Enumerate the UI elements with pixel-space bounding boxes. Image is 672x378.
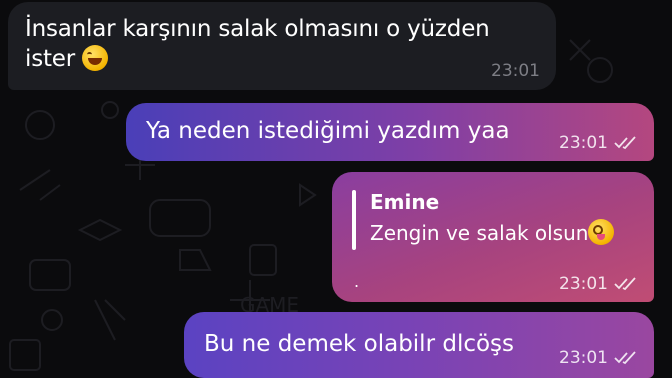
message-meta: 23:01 [559, 133, 638, 153]
reply-author: Emine [370, 190, 440, 214]
rofl-emoji-icon [82, 45, 109, 71]
message-time: 23:01 [559, 274, 608, 294]
message-text: . [354, 272, 360, 291]
message-text: Bu ne demek olabilr dlcöşs [204, 331, 515, 357]
message-meta: 23:01 [559, 348, 638, 368]
message-meta: 23:01 [559, 274, 638, 294]
message-time: 23:01 [559, 133, 608, 153]
zany-face-emoji-icon [588, 219, 615, 245]
double-check-icon [614, 136, 636, 150]
outgoing-message-bubble[interactable]: Bu ne demek olabilr dlcöşs 23:01 [184, 312, 654, 378]
double-check-icon [614, 351, 636, 365]
incoming-message-bubble[interactable]: İnsanlar karşının salak olmasını o yüzde… [8, 2, 556, 90]
message-text: İnsanlar karşının salak olmasını o yüzde… [25, 16, 490, 72]
reply-quoted-text: Zengin ve salak olsun [370, 219, 615, 245]
outgoing-message-bubble[interactable]: Ya neden istediğimi yazdım yaa 23:01 [126, 103, 654, 161]
message-text: Ya neden istediğimi yazdım yaa [146, 118, 510, 144]
reply-quote-bar [352, 190, 356, 250]
message-time: 23:01 [491, 61, 540, 81]
double-check-icon [614, 277, 636, 291]
outgoing-reply-message-bubble[interactable]: Emine Zengin ve salak olsun . 23:01 [332, 172, 654, 302]
message-time: 23:01 [559, 348, 608, 368]
